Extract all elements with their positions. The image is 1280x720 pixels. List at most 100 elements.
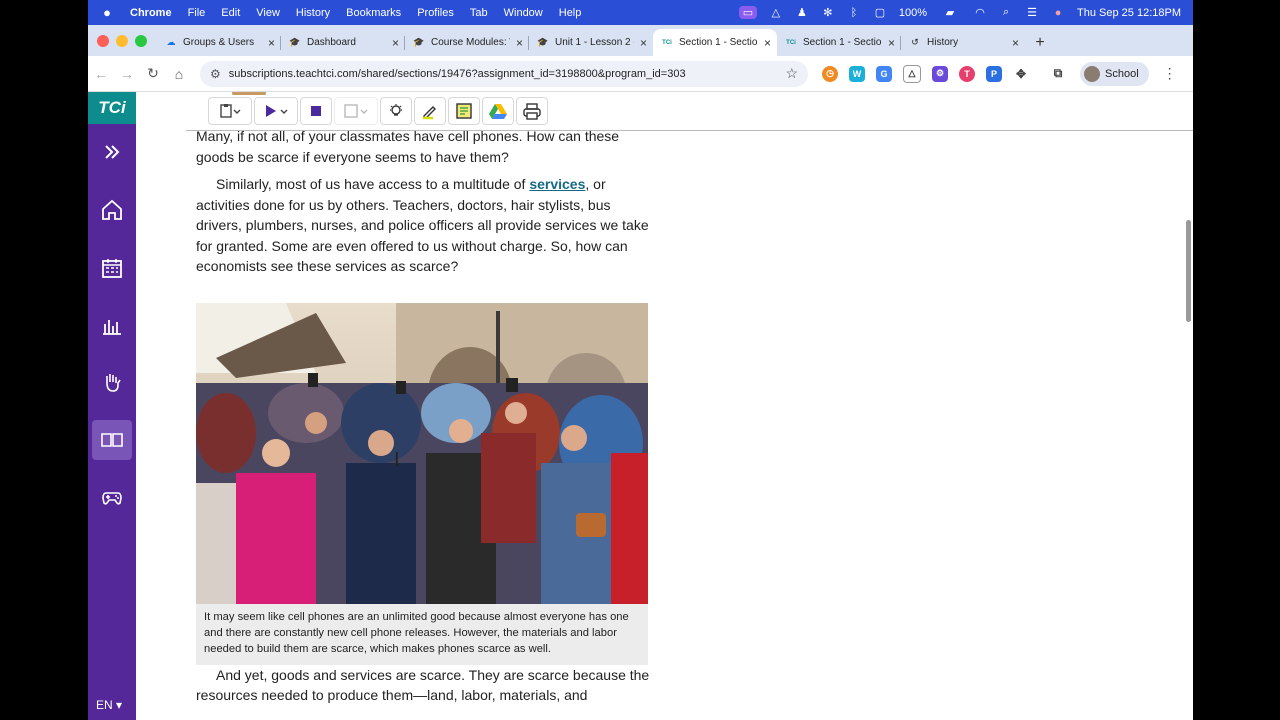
tab-dashboard[interactable]: 🎓 Dashboard × [281, 29, 405, 56]
tab-section1[interactable]: TCi Section 1 - Section × [777, 29, 901, 56]
menu-help[interactable]: Help [559, 7, 582, 19]
back-icon[interactable]: ← [88, 66, 114, 82]
language-selector[interactable]: EN ▾ [96, 698, 122, 712]
display-icon[interactable]: ▢ [873, 6, 887, 19]
print-icon[interactable] [516, 97, 548, 125]
tab-unit1-lesson2[interactable]: 🎓 Unit 1 - Lesson 2 - E × [529, 29, 653, 56]
tci-logo[interactable]: TCi [88, 92, 136, 124]
bluetooth-icon[interactable]: ᛒ [847, 7, 861, 19]
graduation-cap-icon: 🎓 [289, 37, 301, 47]
extension-t-icon[interactable]: T [959, 65, 975, 82]
app-name[interactable]: Chrome [130, 7, 172, 19]
extension-purple-icon[interactable]: ⚙ [932, 65, 948, 82]
menu-view[interactable]: View [256, 7, 280, 19]
translate-menu-button[interactable] [334, 97, 378, 125]
tab-course-modules[interactable]: 🎓 Course Modules: W × [405, 29, 529, 56]
tci-sidebar: TCi EN ▾ [88, 92, 136, 720]
url-text[interactable]: subscriptions.teachtci.com/shared/sectio… [229, 68, 786, 80]
zoom-window-button[interactable] [135, 34, 147, 47]
site-info-icon[interactable]: ⚙ [210, 67, 221, 81]
drive-icon[interactable]: △ [903, 64, 921, 83]
profile-button[interactable]: School [1080, 61, 1149, 86]
users-icon[interactable]: ♟ [795, 6, 809, 19]
notes-icon[interactable] [448, 97, 480, 125]
extension-w-icon[interactable]: W [849, 65, 865, 82]
expand-chevrons-icon[interactable] [88, 132, 136, 172]
vpn-icon[interactable]: △ [769, 6, 783, 19]
menu-history[interactable]: History [296, 7, 330, 19]
minimize-window-button[interactable] [116, 34, 128, 47]
tci-icon: TCi [662, 39, 672, 46]
avatar [1084, 65, 1100, 82]
tab-section1-active[interactable]: TCi Section 1 - Section × [653, 29, 777, 56]
user-icon[interactable]: ● [1051, 7, 1065, 19]
bookmark-star-icon[interactable]: ☆ [785, 65, 798, 82]
close-window-button[interactable] [97, 34, 109, 47]
graduation-cap-icon: 🎓 [413, 37, 425, 47]
google-drive-icon[interactable] [482, 97, 514, 125]
paragraph-1: Many, if not all, of your classmates hav… [196, 128, 620, 165]
fan-icon[interactable]: ✻ [821, 6, 835, 19]
home-icon[interactable] [88, 190, 136, 230]
lightbulb-icon[interactable] [380, 97, 412, 125]
play-audio-button[interactable] [254, 97, 298, 125]
crowd-photo [196, 302, 648, 604]
puzzle-icon[interactable]: ✥ [1013, 65, 1029, 82]
figure: It may seem like cell phones are an unli… [196, 302, 648, 665]
reader-toolbar [208, 95, 548, 127]
menu-edit[interactable]: Edit [221, 7, 240, 19]
forward-icon[interactable]: → [114, 66, 140, 82]
extension-orange-icon[interactable]: ◷ [822, 65, 838, 82]
text-cursor-icon: I [394, 449, 400, 471]
screen-record-icon[interactable]: ▭ [738, 6, 757, 19]
close-tab-icon[interactable]: × [268, 36, 275, 50]
tab-history[interactable]: ↺ History × [901, 29, 1025, 56]
home-icon[interactable]: ⌂ [166, 66, 192, 82]
paragraph-2: Similarly, most of us have access to a m… [196, 174, 652, 277]
close-tab-icon[interactable]: × [640, 36, 647, 50]
apple-icon[interactable]: ● [100, 5, 114, 20]
close-tab-icon[interactable]: × [392, 36, 399, 50]
extension-blue-icon[interactable]: P [986, 65, 1002, 82]
close-tab-icon[interactable]: × [516, 36, 523, 50]
extensions: ◷ W G △ ⚙ T P ✥ ⧉ [822, 64, 1066, 83]
reader-content: Many, if not all, of your classmates hav… [136, 92, 1193, 720]
translate-icon[interactable]: G [876, 65, 892, 82]
close-tab-icon[interactable]: × [1012, 36, 1019, 50]
window-controls [88, 25, 157, 56]
menu-tab[interactable]: Tab [470, 7, 488, 19]
clipboard-menu-button[interactable] [208, 97, 252, 125]
tab-title: Unit 1 - Lesson 2 - E [555, 37, 634, 48]
game-controller-icon[interactable] [88, 477, 136, 517]
tab-groups-users[interactable]: ☁ Groups & Users × [157, 29, 281, 56]
battery-label: 100% [898, 6, 928, 19]
reports-chart-icon[interactable] [88, 305, 136, 345]
figure-caption: It may seem like cell phones are an unli… [196, 603, 648, 665]
control-center-icon[interactable]: ☰ [1025, 6, 1039, 19]
history-icon: ↺ [911, 37, 919, 47]
omnibox[interactable]: ⚙ subscriptions.teachtci.com/shared/sect… [200, 60, 808, 87]
raise-hand-icon[interactable] [88, 362, 136, 402]
wifi-icon[interactable]: ◠ [973, 6, 987, 19]
scrollbar[interactable] [1186, 220, 1191, 322]
tci-icon: TCi [786, 39, 796, 46]
reload-icon[interactable]: ↻ [140, 65, 166, 82]
more-menu-icon[interactable]: ⋮ [1163, 65, 1177, 82]
new-tab-button[interactable]: + [1025, 29, 1055, 56]
battery-icon[interactable]: ▰ [939, 6, 961, 19]
highlighter-icon[interactable] [414, 97, 446, 125]
search-tab-icon[interactable]: ⧉ [1050, 65, 1066, 82]
menu-file[interactable]: File [188, 7, 206, 19]
menu-profiles[interactable]: Profiles [417, 7, 454, 19]
stop-audio-button[interactable] [300, 97, 332, 125]
book-icon[interactable] [92, 420, 132, 460]
clock[interactable]: Thu Sep 25 12:18PM [1077, 7, 1181, 19]
spotlight-icon[interactable]: ⌕ [999, 6, 1013, 19]
profile-label: School [1105, 67, 1139, 80]
services-link[interactable]: services [529, 176, 585, 192]
close-tab-icon[interactable]: × [764, 36, 771, 50]
close-tab-icon[interactable]: × [888, 36, 895, 50]
calendar-icon[interactable] [88, 248, 136, 288]
menu-window[interactable]: Window [504, 7, 543, 19]
menu-bookmarks[interactable]: Bookmarks [346, 7, 401, 19]
